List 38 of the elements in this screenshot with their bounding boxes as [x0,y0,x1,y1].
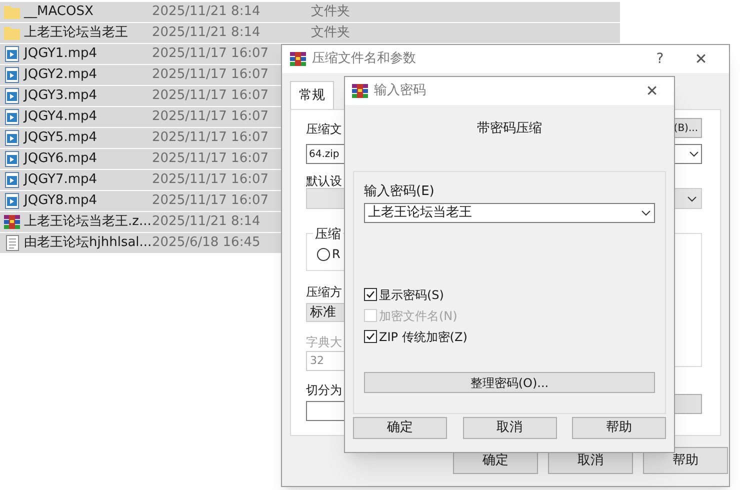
checkbox-label: 加密文件名(N) [379,308,458,324]
file-name: JQGY8.mp4 [24,192,98,210]
file-name: JQGY4.mp4 [24,108,98,126]
file-name: __MACOSX [24,3,94,22]
file-name: 上老王论坛当老王 [24,24,129,42]
file-name: JQGY6.mp4 [24,150,98,168]
field-label: 切分为 [306,382,342,399]
field-label: 默认设 [306,173,342,188]
window-title: 输入密码 [374,82,427,100]
field-label: 字典大 [306,334,342,351]
file-type: 文件夹 [311,24,350,42]
dialog-heading: 带密码压缩 [477,120,542,138]
file-name: 上老王论坛当老王.z... [24,213,152,232]
file-type: 文件夹 [311,3,350,22]
file-date: 2025/11/17 16:07 [152,109,269,124]
field-label: 压缩文 [306,121,342,138]
field-label: 压缩方 [306,284,342,301]
file-date: 2025/11/17 16:07 [152,193,269,208]
file-date: 2025/11/21 8:14 [152,25,260,40]
checkbox-label: 显示密码(S) [379,286,444,304]
file-date: 2025/11/17 16:07 [152,67,269,82]
file-name: 由老王论坛hjhhlsal... [24,234,152,252]
file-date: 2025/11/17 16:07 [152,151,269,166]
file-name: JQGY7.mp4 [24,171,98,190]
file-date: 2025/11/17 16:07 [152,172,269,188]
file-name: JQGY3.mp4 [24,87,98,106]
file-date: 2025/11/17 16:07 [152,46,269,62]
file-name: JQGY2.mp4 [24,66,98,84]
file-date: 2025/6/18 16:45 [152,235,260,250]
file-date: 2025/11/17 16:07 [152,130,269,146]
file-name: JQGY1.mp4 [24,45,98,64]
file-date: 2025/11/17 16:07 [152,88,269,104]
file-date: 2025/11/21 8:14 [152,214,260,230]
field-label: 输入密码(E) [364,182,434,200]
file-date: 2025/11/21 8:14 [152,4,260,20]
file-name: JQGY5.mp4 [24,129,98,148]
checkbox-label: ZIP 传统加密(Z) [379,328,468,346]
window-title: 压缩文件名和参数 [312,50,417,68]
